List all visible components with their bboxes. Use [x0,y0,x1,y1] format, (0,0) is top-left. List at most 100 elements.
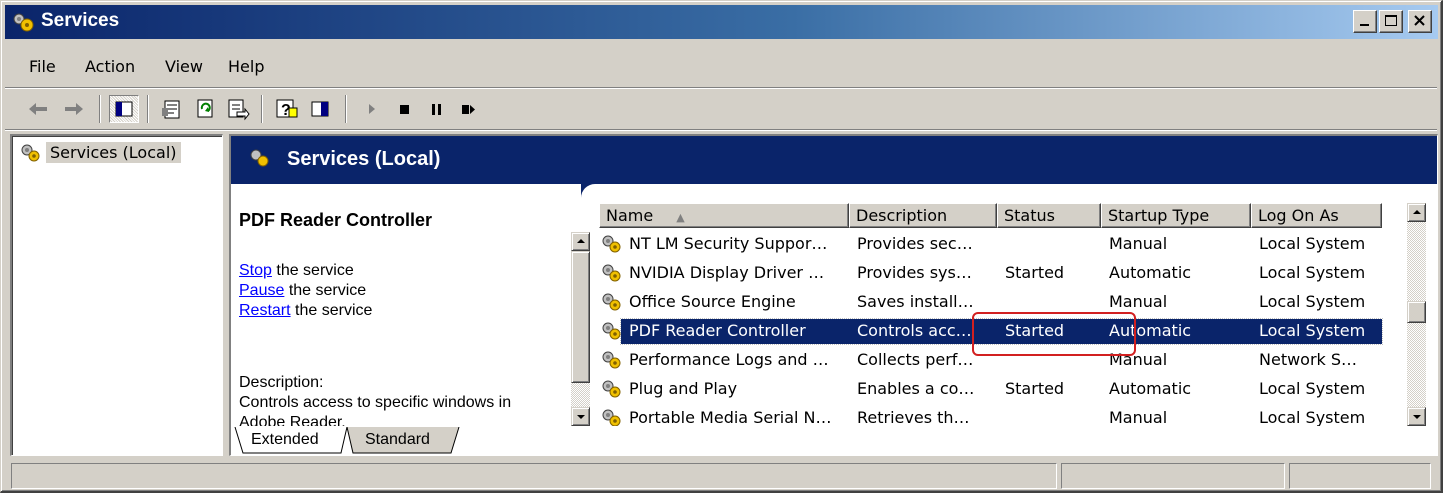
service-gear-icon [602,322,621,340]
table-row[interactable]: Office Source Engine Saves install… Manual… [599,288,1382,317]
table-row[interactable]: NVIDIA Display Driver … Provides sys… Star… [599,259,1382,288]
show-hide-tree-icon [115,101,133,117]
row-status: Started [1005,321,1065,340]
column-header-status[interactable]: Status [997,203,1101,228]
forward-button[interactable] [59,95,89,123]
menu-file[interactable]: File [29,57,56,76]
selected-service-title: PDF Reader Controller [239,210,433,230]
pause-service-link[interactable]: Pause [239,282,284,299]
menu-view[interactable]: View [165,57,203,76]
details-pane: Services (Local) PDF Reader Controller S… [229,134,1438,456]
row-startup-type: Manual [1109,234,1168,253]
list-scroll-up-button[interactable] [1407,203,1426,222]
table-row[interactable]: Plug and Play Enables a co… Started Automat… [599,375,1382,404]
row-name: NT LM Security Suppor… [629,234,828,253]
minimize-button[interactable] [1353,10,1377,33]
export-list-button[interactable] [223,95,253,123]
table-row[interactable]: Performance Logs and … Collects perf… Manu… [599,346,1382,375]
row-startup-type: Automatic [1109,263,1192,282]
service-gear-icon [602,264,621,282]
status-panel-2 [1061,463,1285,489]
stop-service-link[interactable]: Stop [239,262,272,279]
row-description: Collects perf… [857,350,974,369]
maximize-button[interactable] [1379,10,1403,33]
services-window: Services File Action View Help ? Service… [0,0,1443,493]
row-status: Started [1005,379,1065,398]
row-description: Provides sys… [857,263,972,282]
column-header-startup-type[interactable]: Startup Type [1101,203,1251,228]
scroll-up-button[interactable] [571,232,590,251]
status-panel-3 [1289,463,1431,489]
row-name: Portable Media Serial N… [629,408,832,426]
description-text-2: Adobe Reader. [239,414,346,426]
pause-service-button[interactable] [421,95,451,123]
console-tree[interactable]: Services (Local) [10,134,223,456]
status-panel-main [11,463,1057,489]
row-log-on-as: Local System [1259,321,1366,340]
list-scrollbar[interactable] [1407,203,1426,426]
table-row[interactable]: PDF Reader Controller Controls acc… Starte… [599,317,1383,346]
description-text: Controls access to specific windows in [239,394,512,411]
properties-icon [162,100,180,119]
tab-standard[interactable]: Standard [365,431,430,449]
service-gear-icon [602,380,621,398]
row-log-on-as: Local System [1259,263,1366,282]
services-gear-icon [21,144,40,161]
show-hide-action-pane-icon [311,101,329,117]
scroll-down-button[interactable] [571,407,590,426]
menu-help[interactable]: Help [228,57,264,76]
service-description-panel: PDF Reader Controller Stop the service P… [231,198,569,426]
row-startup-type: Automatic [1109,321,1192,340]
services-list[interactable]: Name ▲ Description Status Startup Type L… [599,198,1405,426]
close-button[interactable] [1408,10,1432,33]
scroll-thumb[interactable] [571,251,590,383]
stop-service-button[interactable] [389,95,419,123]
start-service-button[interactable] [357,95,387,123]
restart-service-button[interactable] [453,95,483,123]
row-name: NVIDIA Display Driver … [629,263,825,282]
tree-item-label: Services (Local) [46,142,181,163]
service-gear-icon [602,409,621,426]
row-log-on-as: Local System [1259,408,1366,426]
list-scroll-down-button[interactable] [1407,407,1426,426]
row-name: Performance Logs and … [629,350,829,369]
row-status: Started [1005,263,1065,282]
stop-service-icon [400,105,409,114]
help-icon: ? [276,99,298,119]
column-header-name[interactable]: Name ▲ [599,203,849,228]
list-scroll-thumb[interactable] [1407,301,1426,323]
tree-item-services-local[interactable]: Services (Local) [20,142,181,163]
table-row[interactable]: Portable Media Serial N… Retrieves th… Man… [599,404,1382,426]
show-hide-action-pane-button[interactable] [305,95,335,123]
service-gear-icon [602,351,621,369]
row-description: Controls acc… [857,321,972,340]
row-description: Saves install… [857,292,974,311]
column-header-description[interactable]: Description [849,203,997,228]
description-scrollbar[interactable] [571,232,590,426]
service-gear-icon [602,235,621,253]
help-button[interactable]: ? [271,95,301,123]
list-header: Name ▲ Description Status Startup Type L… [599,203,1405,228]
row-log-on-as: Local System [1259,379,1366,398]
tab-extended[interactable]: Extended [251,431,319,449]
restart-service-link[interactable]: Restart [239,302,291,319]
pane-banner: Services (Local) [231,136,1437,184]
row-log-on-as: Local System [1259,292,1366,311]
back-button[interactable] [23,95,53,123]
restart-service-icon [462,105,475,114]
toolbar-separator [5,129,1437,131]
properties-button[interactable] [157,95,187,123]
title-bar[interactable]: Services [5,5,1438,39]
refresh-button[interactable] [191,95,221,123]
show-hide-tree-button[interactable] [109,95,139,123]
row-name: Office Source Engine [629,292,796,311]
column-header-log-on-as[interactable]: Log On As [1251,203,1382,228]
table-row[interactable]: NT LM Security Suppor… Provides sec… Manua… [599,230,1382,259]
service-gear-icon [602,293,621,311]
menu-action[interactable]: Action [85,57,135,76]
row-description: Provides sec… [857,234,973,253]
row-log-on-as: Network S… [1259,350,1358,369]
services-gear-icon [250,149,269,167]
row-name: Plug and Play [629,379,738,398]
back-arrow-icon [29,103,47,115]
